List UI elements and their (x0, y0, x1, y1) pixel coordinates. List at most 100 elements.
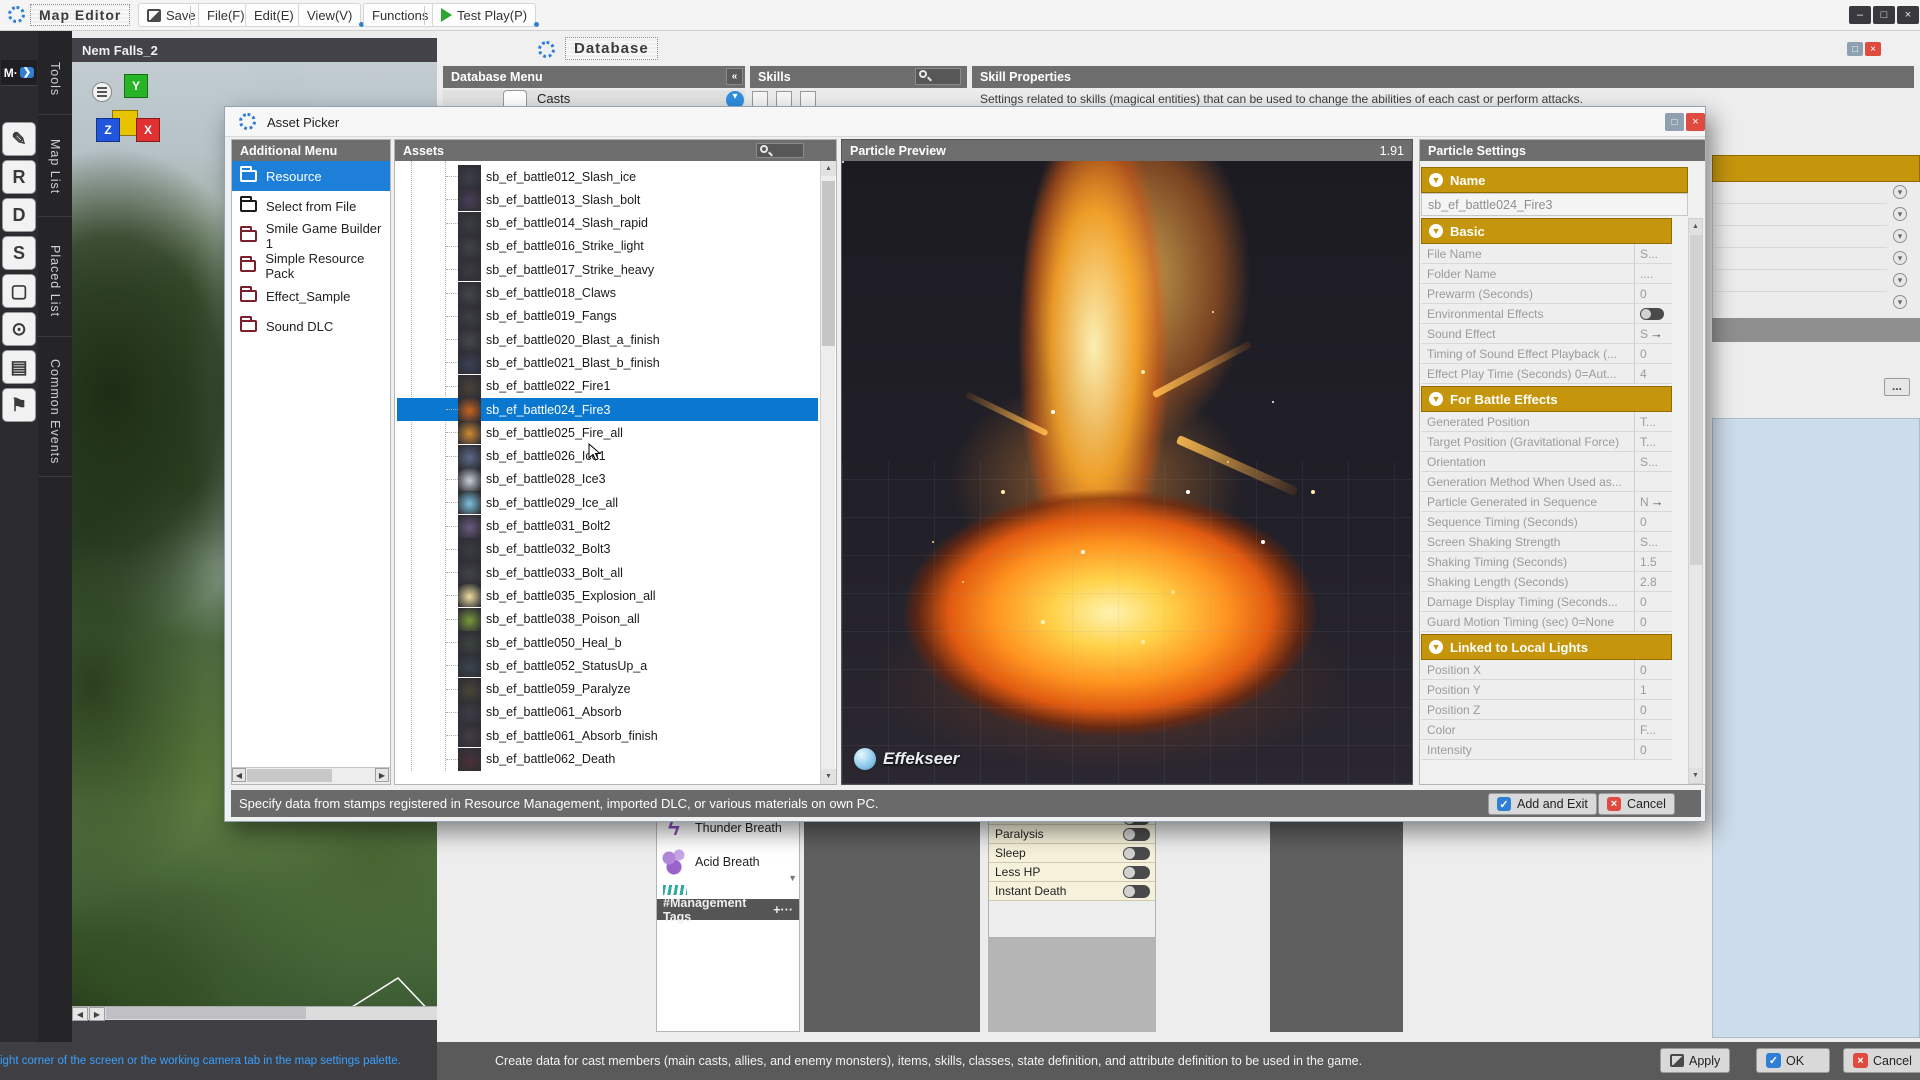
collapse-panel-icon[interactable]: « (726, 68, 743, 85)
menu-item-effect-sample[interactable]: Effect_Sample (232, 281, 390, 311)
scroll-down-icon[interactable]: ▼ (1689, 768, 1702, 783)
apply-button[interactable]: Apply (1660, 1048, 1730, 1073)
map-hscrollbar-thumb[interactable] (106, 1007, 306, 1019)
cancel-button[interactable]: × Cancel (1598, 793, 1675, 815)
cancel-button[interactable]: × Cancel (1843, 1048, 1920, 1073)
menu-item-select-from-file[interactable]: Select from File (232, 191, 390, 221)
section-header-for-battle-effects[interactable]: ▼For Battle Effects (1421, 386, 1672, 412)
setting-value[interactable]: 1 (1634, 680, 1672, 699)
sidebar-tab-map-list[interactable]: Map List (38, 117, 72, 217)
asset-item[interactable]: sb_ef_battle017_Strike_heavy (397, 258, 818, 281)
setting-value[interactable]: .... (1634, 264, 1672, 283)
collapse-row-icon[interactable]: ▾ (1893, 229, 1907, 243)
more-options-button[interactable]: ... (1884, 378, 1910, 396)
vscrollbar-thumb[interactable] (1690, 235, 1702, 565)
scroll-left-icon[interactable]: ◀ (232, 768, 246, 782)
vscrollbar[interactable]: ▲ ▼ (1688, 218, 1703, 784)
asset-item[interactable]: sb_ef_battle022_Fire1 (397, 375, 818, 398)
export-icon[interactable]: ▤ (2, 350, 36, 384)
menu-item-sound-dlc[interactable]: Sound DLC (232, 311, 390, 341)
asset-item[interactable]: sb_ef_battle028_Ice3 (397, 468, 818, 491)
asset-item[interactable]: sb_ef_battle016_Strike_light (397, 235, 818, 258)
setting-value[interactable]: 0 (1634, 512, 1672, 531)
asset-item[interactable]: sb_ef_battle033_Bolt_all (397, 561, 818, 584)
sidebar-tab-common-events[interactable]: Common Events (38, 347, 72, 477)
scroll-up-icon[interactable]: ▲ (1689, 219, 1702, 234)
toggle-off[interactable] (1123, 828, 1150, 841)
setting-value[interactable]: 0 (1634, 344, 1672, 363)
assets-search-box[interactable] (756, 143, 804, 158)
collapse-row-icon[interactable]: ▾ (1893, 185, 1907, 199)
setting-value[interactable]: S... (1634, 244, 1672, 263)
menu-item-edite[interactable]: Edit(E) (245, 3, 303, 27)
display-icon[interactable]: ▢ (2, 274, 36, 308)
toggle-off[interactable] (1123, 847, 1150, 860)
tool-icon[interactable] (776, 91, 792, 106)
system-icon[interactable]: S (2, 236, 36, 270)
minimize-icon[interactable]: – (1849, 6, 1871, 24)
setting-value[interactable]: T... (1634, 412, 1672, 431)
sidebar-item-casts[interactable]: Casts (443, 90, 745, 106)
asset-item[interactable]: sb_ef_battle031_Bolt2 (397, 515, 818, 538)
setting-value[interactable]: S... (1634, 532, 1672, 551)
management-tags-bar[interactable]: #Management Tags +··· (657, 899, 799, 920)
asset-item[interactable]: sb_ef_battle029_Ice_all (397, 491, 818, 514)
setting-value[interactable]: F... (1634, 720, 1672, 739)
map-edit-icon[interactable]: ✎ (2, 122, 36, 156)
setting-value[interactable]: T... (1634, 432, 1672, 451)
toggle-off[interactable] (1123, 866, 1150, 879)
scroll-up-icon[interactable]: ▲ (821, 161, 836, 176)
setting-value[interactable]: S→ (1634, 324, 1672, 343)
asset-item[interactable]: sb_ef_battle035_Explosion_all (397, 584, 818, 607)
menu-item-viewv[interactable]: View(V) (298, 3, 361, 27)
vscrollbar[interactable]: ▲ ▼ (820, 161, 835, 784)
add-skill-icon[interactable]: ▾ (726, 91, 744, 106)
collapse-row-icon[interactable]: ▾ (1893, 207, 1907, 221)
list-item-acid-breath[interactable]: Acid Breath (657, 845, 799, 879)
search-icon[interactable]: ⊙ (2, 312, 36, 346)
asset-item[interactable]: sb_ef_battle052_StatusUp_a (397, 654, 818, 677)
resource-icon[interactable]: R (2, 160, 36, 194)
scroll-right-icon[interactable]: ▶ (89, 1007, 105, 1021)
scroll-left-icon[interactable]: ◀ (72, 1007, 88, 1021)
asset-item[interactable]: sb_ef_battle024_Fire3 (397, 398, 818, 421)
axis-x-handle[interactable]: X (136, 118, 160, 142)
axis-z-handle[interactable]: Z (96, 118, 120, 142)
nav-arrow-icon[interactable]: → (1651, 494, 1664, 509)
asset-item[interactable]: sb_ef_battle020_Blast_a_finish (397, 328, 818, 351)
nav-arrow-icon[interactable]: → (1650, 326, 1663, 341)
setting-value[interactable]: 2.8 (1634, 572, 1672, 591)
setting-value[interactable]: 0 (1634, 740, 1672, 759)
collapse-row-icon[interactable]: ▾ (1893, 295, 1907, 309)
dialog-titlebar[interactable]: Asset Picker □ × (225, 107, 1705, 137)
asset-item[interactable]: sb_ef_battle038_Poison_all (397, 608, 818, 631)
particle-preview-viewport[interactable]: Effekseer (842, 161, 1412, 784)
toggle-off[interactable] (1640, 308, 1664, 320)
close-icon[interactable]: × (1897, 6, 1919, 24)
section-header-name[interactable]: ▼Name (1421, 167, 1688, 193)
menu-item-simple-resource-pack[interactable]: Simple Resource Pack (232, 251, 390, 281)
restore-icon[interactable]: □ (1665, 113, 1684, 131)
setting-value[interactable] (1634, 304, 1672, 323)
expand-strip-button[interactable]: M· ❯ (1, 60, 37, 86)
asset-item[interactable]: sb_ef_battle062_Death (397, 748, 818, 771)
menu-item-smile-game-builder-1[interactable]: Smile Game Builder 1 (232, 221, 390, 251)
asset-item[interactable]: sb_ef_battle050_Heal_b (397, 631, 818, 654)
close-icon[interactable]: × (1865, 42, 1881, 56)
asset-item[interactable]: sb_ef_battle012_Slash_ice (397, 165, 818, 188)
setting-value[interactable]: 0 (1634, 700, 1672, 719)
maximize-icon[interactable]: □ (1873, 6, 1895, 24)
asset-item[interactable]: sb_ef_battle059_Paralyze (397, 678, 818, 701)
section-header-linked-to-local-lights[interactable]: ▼Linked to Local Lights (1421, 634, 1672, 660)
run-icon[interactable]: ⚑ (2, 388, 36, 422)
close-icon[interactable]: × (1686, 113, 1705, 131)
scroll-down-icon[interactable]: ▼ (821, 769, 836, 784)
collapse-row-icon[interactable]: ▾ (1893, 251, 1907, 265)
setting-value[interactable]: 0 (1634, 612, 1672, 631)
collapse-row-icon[interactable]: ▾ (1893, 273, 1907, 287)
asset-item[interactable]: sb_ef_battle018_Claws (397, 282, 818, 305)
asset-item[interactable]: sb_ef_battle013_Slash_bolt (397, 188, 818, 211)
add-and-exit-button[interactable]: ✓ Add and Exit (1488, 793, 1597, 815)
test-play-button[interactable]: Test Play(P) (432, 3, 536, 27)
setting-value[interactable]: S... (1634, 452, 1672, 471)
